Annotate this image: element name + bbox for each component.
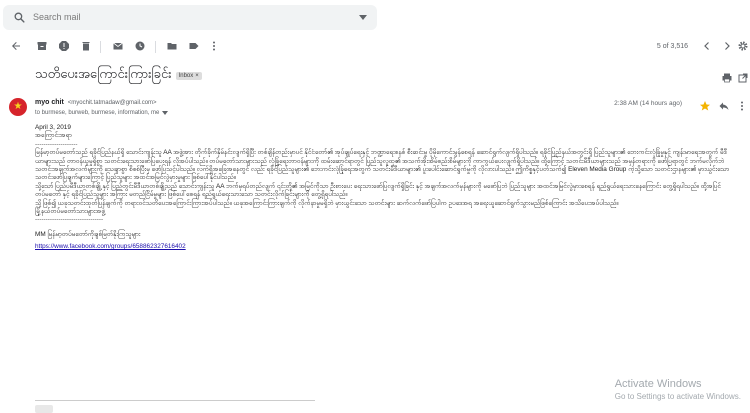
sender-avatar[interactable]: ★ bbox=[9, 98, 27, 116]
email-subject: သတိပေးအကြောင်းကြားခြင်း bbox=[35, 66, 172, 81]
star-icon[interactable] bbox=[698, 99, 712, 113]
activation-watermark: Activate Windows Go to Settings to activ… bbox=[615, 378, 741, 401]
search-icon[interactable] bbox=[13, 11, 26, 24]
more-options-icon[interactable] bbox=[735, 99, 749, 113]
search-box[interactable]: Search mail bbox=[3, 5, 377, 30]
snooze-icon[interactable] bbox=[133, 39, 147, 53]
body-paragraph: သို့ဖြစ်၍ ယခုသတင်းထုတ်ပြန်ချက်ကို တရားဝင… bbox=[35, 199, 619, 207]
open-new-window-icon[interactable] bbox=[736, 71, 750, 85]
reply-icon[interactable] bbox=[717, 99, 731, 113]
report-spam-icon[interactable] bbox=[57, 39, 71, 53]
print-icon[interactable] bbox=[720, 71, 734, 85]
toolbar-divider bbox=[155, 41, 156, 53]
older-chevron-icon[interactable] bbox=[720, 39, 734, 53]
signature-divider: -------------------------------- bbox=[35, 216, 104, 224]
body-heading: အကြောင်းအရာ bbox=[35, 132, 72, 140]
sender-email: <myochit.tatmadaw@gmail.com> bbox=[67, 100, 157, 106]
move-to-folder-icon[interactable] bbox=[165, 39, 179, 53]
label-text: Inbox bbox=[178, 72, 194, 79]
label-icon[interactable] bbox=[187, 39, 201, 53]
search-options-icon[interactable] bbox=[359, 15, 367, 20]
back-arrow-icon[interactable] bbox=[9, 39, 23, 53]
watermark-subtitle: Go to Settings to activate Windows. bbox=[614, 392, 741, 401]
body-date: April 3, 2019 bbox=[35, 124, 71, 131]
mark-unread-icon[interactable] bbox=[111, 39, 125, 53]
signature-org: MM မြန်မာ့တပ်မတော်ကိုချစ်မြတ်နိုးကြသူမျာ… bbox=[35, 230, 141, 238]
facebook-group-link[interactable]: https://www.facebook.com/groups/65886232… bbox=[35, 243, 186, 250]
recipients-text: to burmese, burweb, burmese, information… bbox=[35, 110, 160, 116]
watermark-title: Activate Windows bbox=[614, 378, 702, 390]
toolbar-divider bbox=[100, 41, 101, 53]
inbox-label-chip[interactable]: Inbox × bbox=[175, 71, 202, 80]
email-body: April 3, 2019 အကြောင်းအရာ --------------… bbox=[35, 124, 735, 252]
remove-label-icon[interactable]: × bbox=[195, 73, 199, 79]
search-input[interactable]: Search mail bbox=[33, 12, 81, 22]
recipient-details-dropdown-icon[interactable] bbox=[162, 111, 169, 115]
quote-divider bbox=[35, 400, 315, 401]
email-timestamp: 2:38 AM (14 hours ago) bbox=[614, 100, 682, 107]
signature-title: မြို့နယ်တပ်မတော်သားများအဖွဲ့ bbox=[35, 208, 105, 216]
sender-name[interactable]: myo chit bbox=[35, 99, 64, 106]
message-toolbar: 5 of 3,516 bbox=[0, 37, 750, 57]
more-vert-icon[interactable] bbox=[207, 39, 221, 53]
body-paragraph: သို့သော် ပြည်ပမီဒီယာတစ်ချို့ နှင့် ပြည်တ… bbox=[35, 182, 721, 199]
recipients-line: to burmese, burweb, burmese, information… bbox=[35, 110, 169, 116]
show-trimmed-content-button[interactable] bbox=[35, 405, 53, 413]
top-bar: Search mail bbox=[0, 0, 750, 34]
archive-icon[interactable] bbox=[35, 39, 49, 53]
delete-icon[interactable] bbox=[79, 39, 93, 53]
newer-chevron-icon[interactable] bbox=[700, 39, 714, 53]
sender-line: myo chit <myochit.tatmadaw@gmail.com> bbox=[35, 99, 157, 106]
body-divider: -------------------- bbox=[35, 140, 78, 148]
message-counter: 5 of 3,516 bbox=[656, 43, 688, 50]
avatar-emblem-icon: ★ bbox=[13, 101, 23, 112]
subject-row: သတိပေးအကြောင်းကြားခြင်း Inbox × bbox=[35, 66, 202, 85]
settings-gear-icon[interactable] bbox=[736, 39, 750, 53]
body-paragraph: မြန်မာ့တပ်မတော်သည် ရခိုင်ပြည်နယ်ရှိ သောင… bbox=[35, 149, 730, 182]
